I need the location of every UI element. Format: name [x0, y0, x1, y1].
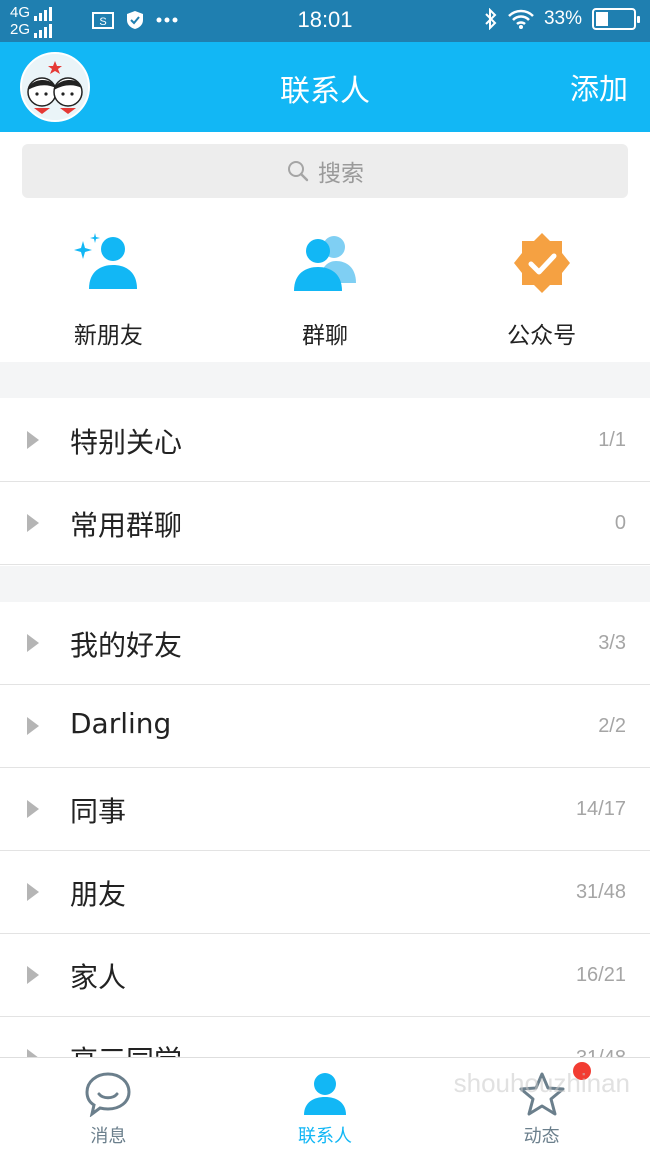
list-item-my-friends[interactable]: 我的好友 3/3 — [0, 602, 650, 685]
section-divider — [0, 362, 650, 398]
list-item-special-care[interactable]: 特别关心 1/1 — [0, 399, 650, 482]
tab-contacts[interactable]: 联系人 — [217, 1058, 434, 1155]
bottom-tab-bar: 消息 联系人 动态 shouhouzhinan — [0, 1057, 650, 1155]
expand-arrow-icon — [27, 966, 39, 984]
group-count: 1/1 — [598, 429, 626, 451]
list-item-frequent-groups[interactable]: 常用群聊 0 — [0, 482, 650, 565]
search-icon — [288, 161, 309, 182]
group-count: 3/3 — [598, 632, 626, 654]
group-count: 0 — [614, 512, 626, 534]
wifi-icon — [508, 9, 534, 29]
search-input[interactable]: 搜索 — [22, 144, 628, 198]
group-name: 家人 — [70, 961, 127, 994]
group-count: 2/2 — [598, 715, 626, 737]
tab-label: 联系人 — [298, 1126, 352, 1147]
page-title: 联系人 — [280, 74, 370, 109]
star-icon — [517, 1070, 567, 1118]
new-friend-label: 新朋友 — [73, 323, 143, 349]
expand-arrow-icon — [27, 431, 39, 449]
chat-bubble-icon — [83, 1070, 133, 1118]
group-name: 朋友 — [70, 878, 127, 911]
battery-percent: 33% — [543, 8, 582, 29]
group-count: 14/17 — [575, 798, 626, 820]
search-placeholder: 搜索 — [318, 161, 364, 187]
new-friend-shortcut[interactable]: 新朋友 — [0, 210, 217, 360]
list-item-friends[interactable]: 朋友 31/48 — [0, 851, 650, 934]
expand-arrow-icon — [27, 800, 39, 818]
new-friend-icon — [73, 228, 143, 298]
expand-arrow-icon — [27, 514, 39, 532]
group-name: 常用群聊 — [70, 509, 183, 542]
status-bar: 4G 2G S 18:01 33% — [0, 0, 650, 42]
group-name: 同事 — [70, 795, 127, 828]
app-header: 联系人 添加 — [0, 42, 650, 132]
tab-label: 动态 — [523, 1126, 560, 1147]
official-account-label: 公众号 — [507, 323, 577, 349]
tab-label: 消息 — [90, 1126, 127, 1147]
group-chat-label: 群聊 — [302, 323, 348, 349]
notification-badge — [573, 1062, 592, 1080]
tab-moments[interactable]: 动态 — [433, 1058, 650, 1155]
group-chat-icon — [290, 228, 360, 298]
list-item-family[interactable]: 家人 16/21 — [0, 934, 650, 1017]
group-name: Darling — [70, 707, 172, 740]
list-item-darling[interactable]: Darling 2/2 — [0, 685, 650, 768]
expand-arrow-icon — [27, 883, 39, 901]
group-name: 特别关心 — [70, 426, 183, 459]
expand-arrow-icon — [27, 634, 39, 652]
group-chat-shortcut[interactable]: 群聊 — [217, 210, 434, 360]
contacts-icon — [300, 1070, 350, 1118]
battery-icon — [592, 8, 640, 30]
expand-arrow-icon — [27, 717, 39, 735]
bluetooth-icon — [485, 8, 497, 30]
list-item-colleagues[interactable]: 同事 14/17 — [0, 768, 650, 851]
section-divider — [0, 566, 650, 602]
add-button[interactable]: 添加 — [570, 66, 628, 108]
tab-messages[interactable]: 消息 — [0, 1058, 217, 1155]
contact-shortcuts: 新朋友 群聊 公众号 — [0, 210, 650, 360]
group-count: 16/21 — [575, 964, 626, 986]
system-indicators: 33% — [484, 8, 640, 30]
official-account-icon — [507, 228, 577, 298]
group-count: 31/48 — [575, 881, 626, 903]
official-account-shortcut[interactable]: 公众号 — [433, 210, 650, 360]
group-name: 我的好友 — [70, 629, 183, 662]
